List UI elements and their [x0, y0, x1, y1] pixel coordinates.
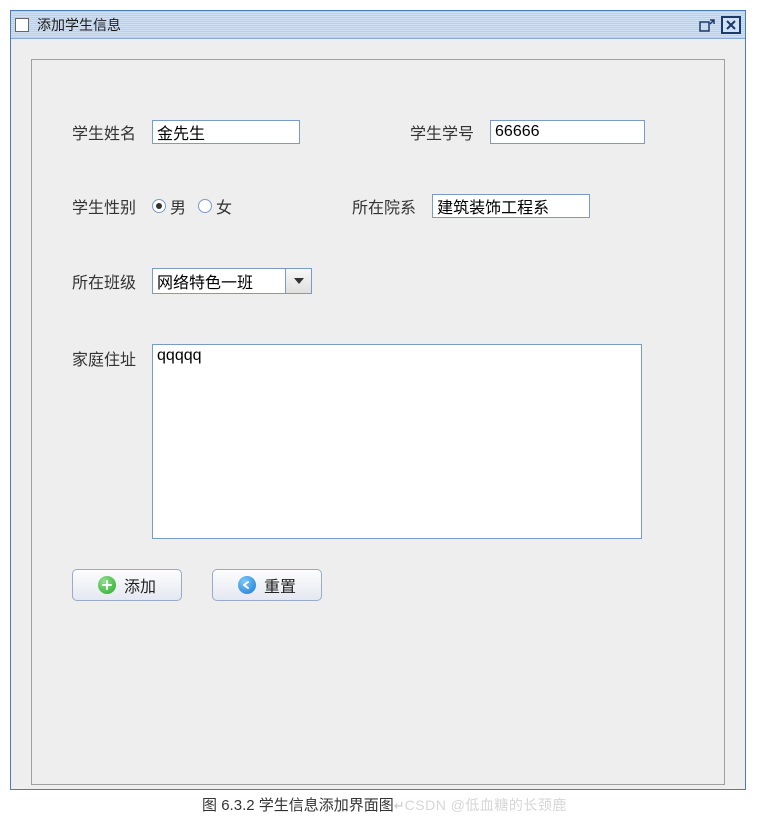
reset-button-label: 重置 — [264, 573, 296, 597]
name-label: 学生姓名 — [72, 120, 136, 144]
dept-label: 所在院系 — [352, 194, 416, 218]
figure-caption-row: 图 6.3.2 学生信息添加界面图↵CSDN @低血糖的长颈鹿 — [0, 790, 769, 819]
gender-female-label: 女 — [216, 194, 232, 218]
maximize-button[interactable] — [699, 18, 715, 32]
dept-input[interactable] — [432, 194, 590, 218]
address-textarea[interactable] — [152, 344, 642, 539]
radio-icon — [152, 199, 166, 213]
gender-label: 学生性别 — [72, 194, 136, 218]
close-button[interactable] — [721, 16, 741, 34]
window-title: 添加学生信息 — [35, 15, 121, 35]
gender-radio-group: 男 女 — [152, 194, 232, 218]
class-combo-value: 网络特色一班 — [152, 268, 286, 294]
radio-icon — [198, 199, 212, 213]
class-label: 所在班级 — [72, 269, 136, 293]
window-frame: 添加学生信息 学生 — [10, 10, 746, 790]
add-button-label: 添加 — [124, 573, 156, 597]
gender-female-radio[interactable]: 女 — [198, 194, 232, 218]
name-input[interactable] — [152, 120, 300, 144]
id-input[interactable] — [490, 120, 645, 144]
watermark-text: CSDN @低血糖的长颈鹿 — [405, 797, 567, 813]
figure-caption: 图 6.3.2 学生信息添加界面图 — [202, 797, 394, 814]
reset-button[interactable]: 重置 — [212, 569, 322, 601]
form-panel: 学生姓名 学生学号 学生性别 男 — [31, 59, 725, 785]
plus-icon — [98, 576, 116, 594]
window-icon — [15, 18, 29, 32]
title-bar: 添加学生信息 — [11, 11, 745, 39]
add-button[interactable]: 添加 — [72, 569, 182, 601]
class-combobox[interactable]: 网络特色一班 — [152, 268, 312, 294]
gender-male-radio[interactable]: 男 — [152, 194, 186, 218]
return-symbol: ↵ — [394, 798, 405, 813]
id-label: 学生学号 — [410, 120, 474, 144]
chevron-down-icon[interactable] — [286, 268, 312, 294]
gender-male-label: 男 — [170, 194, 186, 218]
reset-icon — [238, 576, 256, 594]
address-label: 家庭住址 — [72, 344, 136, 370]
